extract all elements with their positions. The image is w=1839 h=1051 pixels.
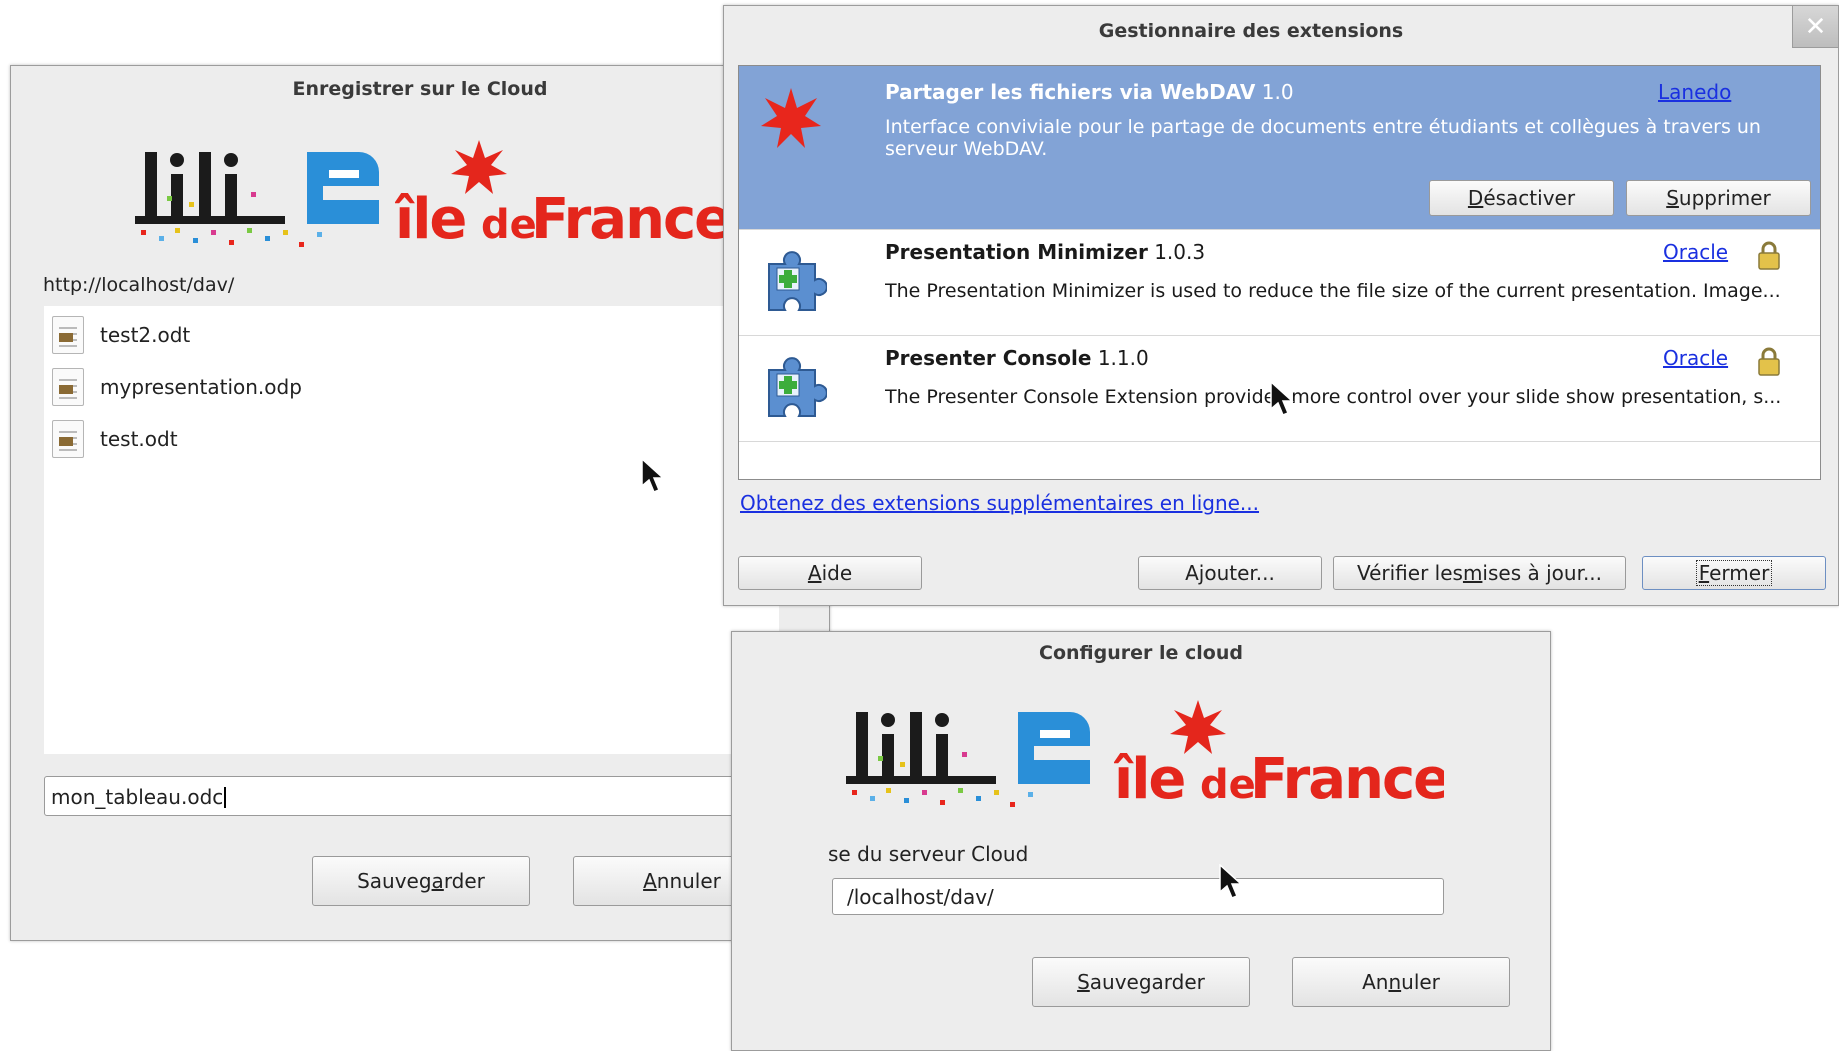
- mouse-cursor-icon: [1270, 380, 1294, 416]
- publisher-link[interactable]: Oracle: [1663, 240, 1728, 264]
- save-button[interactable]: Sauvegarder: [1032, 957, 1250, 1007]
- mouse-cursor-icon: [641, 457, 665, 493]
- file-name: mypresentation.odp: [100, 375, 302, 399]
- extension-manager-dialog: Gestionnaire des extensions ✕ Partager l…: [723, 5, 1839, 606]
- filename-input[interactable]: mon_tableau.odc: [44, 776, 783, 816]
- list-item[interactable]: mypresentation.odp: [44, 362, 779, 412]
- configure-cloud-dialog: Configurer le cloud île de France se du …: [731, 631, 1551, 1051]
- get-more-extensions-link[interactable]: Obtenez des extensions supplémentaires e…: [740, 491, 1259, 515]
- extension-item-presentation-minimizer[interactable]: Presentation Minimizer 1.0.3 Oracle The …: [739, 230, 1820, 336]
- extension-description: The Presentation Minimizer is used to re…: [885, 280, 1781, 302]
- save-to-cloud-dialog: Enregistrer sur le Cloud île de France h…: [10, 65, 830, 941]
- svg-text:île: île: [395, 187, 465, 250]
- save-button[interactable]: Sauvegarder: [312, 856, 530, 906]
- document-icon: [52, 420, 84, 458]
- close-button[interactable]: Fermer: [1642, 556, 1826, 590]
- server-address-input[interactable]: /localhost/dav/: [832, 878, 1444, 915]
- lock-icon: [1758, 346, 1780, 376]
- dialog-title: Enregistrer sur le Cloud: [292, 78, 548, 100]
- file-list[interactable]: test2.odt mypresentation.odp test.odt: [44, 306, 779, 754]
- lilie-logo: [131, 142, 401, 252]
- server-address-label: se du serveur Cloud: [828, 842, 1029, 866]
- svg-text:France: France: [531, 187, 725, 250]
- disable-button[interactable]: Désactiver: [1429, 180, 1614, 216]
- text-caret: [224, 787, 227, 808]
- ile-de-france-logo: île de France: [1113, 698, 1451, 812]
- filename-value: mon_tableau.odc: [51, 785, 224, 809]
- svg-text:de: de: [1200, 762, 1256, 808]
- list-item[interactable]: test2.odt: [44, 310, 779, 360]
- puzzle-icon: [763, 250, 828, 314]
- extension-title: Partager les fichiers via WebDAV 1.0: [885, 80, 1294, 104]
- file-name: test.odt: [100, 427, 178, 451]
- extension-description: The Presenter Console Extension provides…: [885, 386, 1782, 408]
- document-icon: [52, 316, 84, 354]
- svg-text:île: île: [1114, 747, 1184, 810]
- file-name: test2.odt: [100, 323, 191, 347]
- extension-title: Presenter Console 1.1.0: [885, 346, 1149, 370]
- presentation-icon: [52, 368, 84, 406]
- list-item[interactable]: test.odt: [44, 414, 779, 464]
- dialog-title: Gestionnaire des extensions: [1098, 20, 1404, 42]
- extension-item-webdav[interactable]: Partager les fichiers via WebDAV 1.0 Lan…: [739, 66, 1820, 230]
- cancel-button[interactable]: Annuler: [1292, 957, 1510, 1007]
- puzzle-icon: [763, 356, 828, 420]
- svg-text:France: France: [1250, 747, 1444, 810]
- mouse-cursor-icon: [1219, 863, 1243, 899]
- publisher-link[interactable]: Oracle: [1663, 346, 1728, 370]
- current-path: http://localhost/dav/: [43, 274, 235, 296]
- extension-title: Presentation Minimizer 1.0.3: [885, 240, 1206, 264]
- remove-button[interactable]: Supprimer: [1626, 180, 1811, 216]
- help-button[interactable]: Aide: [738, 556, 922, 590]
- extension-description: Interface conviviale pour le partage de …: [885, 116, 1761, 160]
- publisher-link[interactable]: Lanedo: [1658, 80, 1731, 104]
- close-icon[interactable]: ✕: [1792, 6, 1838, 48]
- red-star-icon: [759, 86, 823, 150]
- check-updates-button[interactable]: Vérifier les m ises à jour...: [1333, 556, 1626, 590]
- dialog-title: Configurer le cloud: [1039, 642, 1243, 664]
- ile-de-france-logo: île de France: [394, 138, 732, 252]
- server-address-value: /localhost/dav/: [847, 885, 994, 909]
- svg-text:de: de: [481, 202, 537, 248]
- add-button[interactable]: Aj outer...: [1138, 556, 1322, 590]
- lock-icon: [1758, 240, 1780, 270]
- lilie-logo: [842, 702, 1112, 812]
